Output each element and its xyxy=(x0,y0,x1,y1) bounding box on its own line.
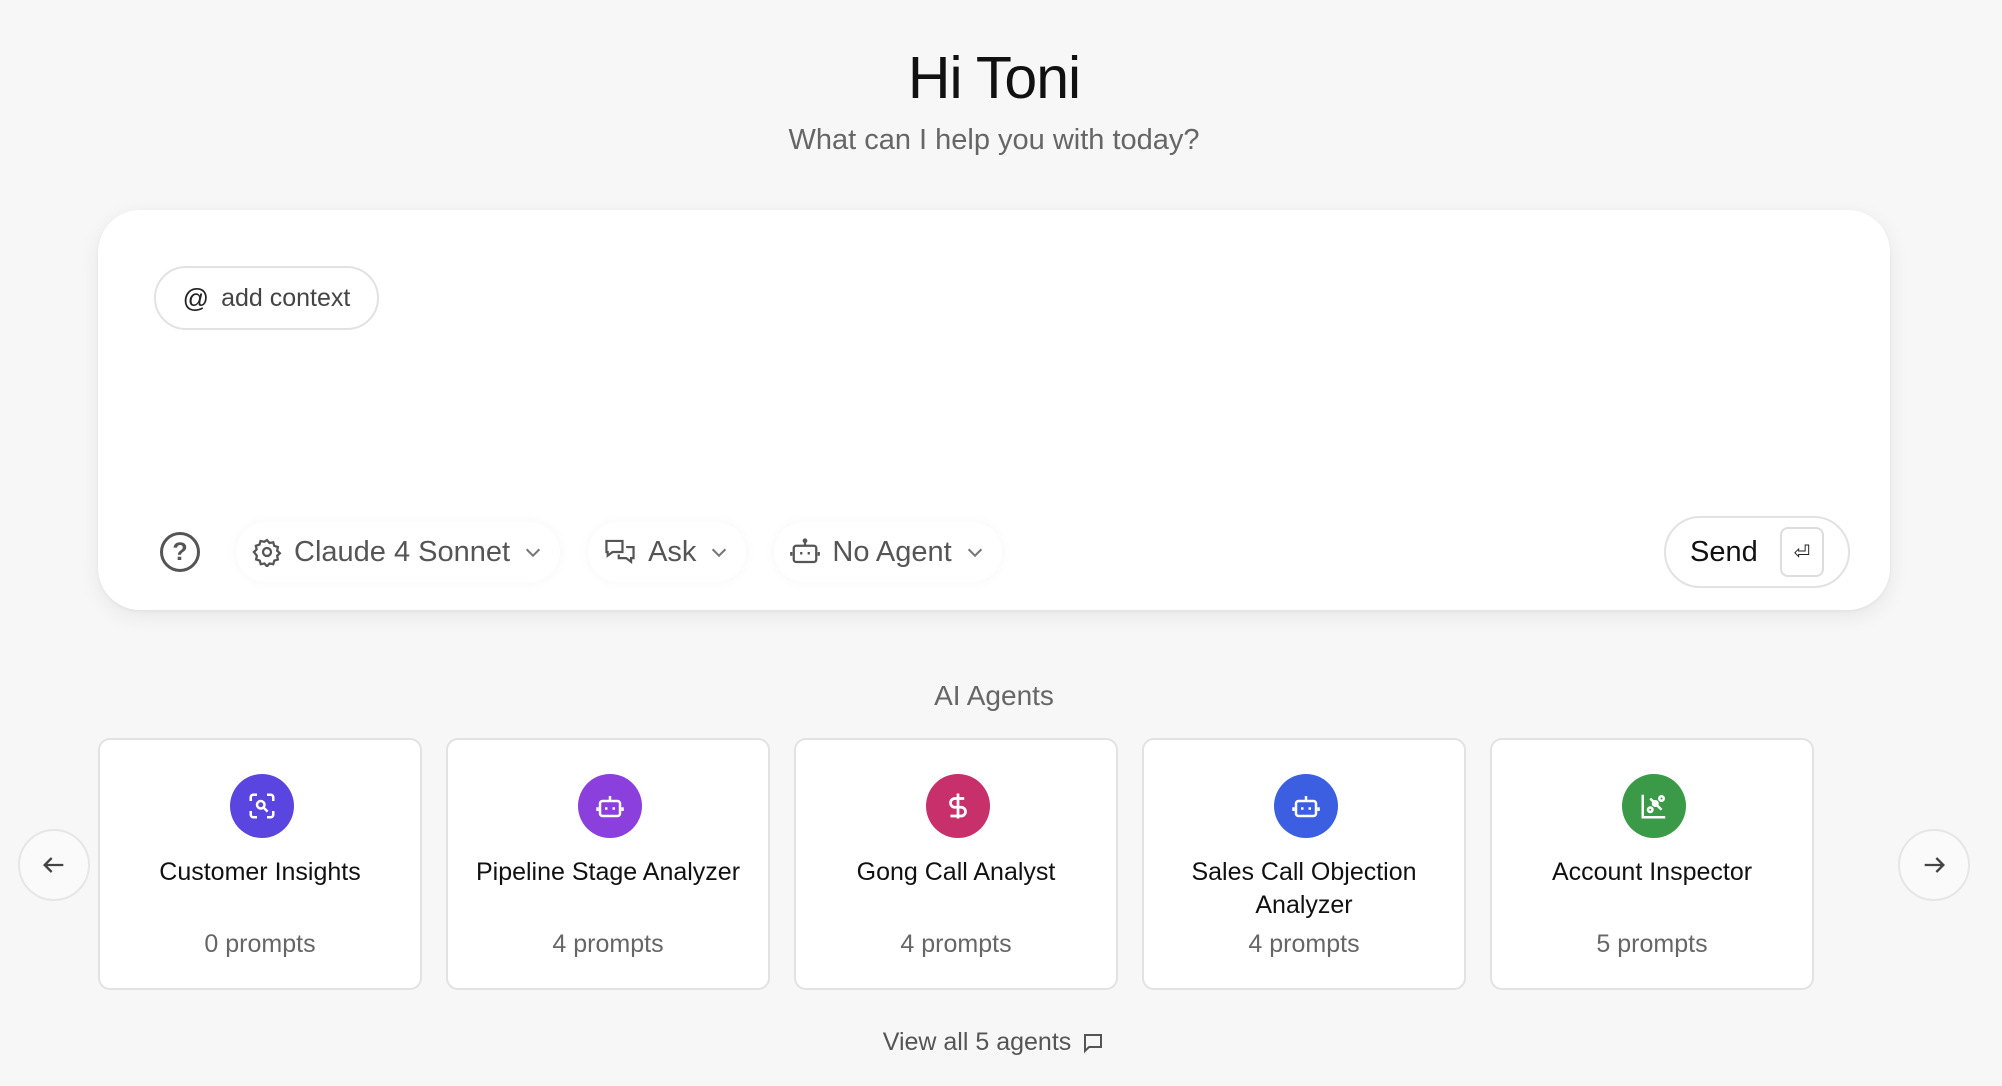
agent-name: Customer Insights xyxy=(159,858,361,886)
agent-card[interactable]: Account Inspector 5 prompts xyxy=(1490,738,1814,990)
agent-prompt-count: 4 prompts xyxy=(900,930,1012,958)
model-icon xyxy=(252,538,282,567)
agent-label: No Agent xyxy=(832,535,952,568)
agent-selector[interactable]: No Agent xyxy=(774,522,1002,582)
enter-key-icon: ⏎ xyxy=(1780,527,1824,577)
agent-prompt-count: 4 prompts xyxy=(552,930,664,958)
composer-toolbar: ? Claude 4 Sonnet Ask No Agent Send ⏎ xyxy=(154,516,1850,588)
chevron-down-icon xyxy=(967,548,982,558)
mode-selector[interactable]: Ask xyxy=(588,522,747,582)
help-icon[interactable]: ? xyxy=(160,532,200,572)
view-all-agents-link[interactable]: View all 5 agents xyxy=(0,1028,1988,1057)
add-context-label: add context xyxy=(221,283,351,312)
agent-card[interactable]: Customer Insights 0 prompts xyxy=(98,738,422,990)
agent-card[interactable]: Gong Call Analyst 4 prompts xyxy=(794,738,1118,990)
at-icon: @ xyxy=(182,282,210,313)
carousel-next-button[interactable] xyxy=(1898,829,1970,901)
greeting-title: Hi Toni xyxy=(907,45,1081,111)
agent-badge xyxy=(578,774,642,838)
robot-icon xyxy=(596,796,624,818)
agent-badge xyxy=(926,774,990,838)
model-selector[interactable]: Claude 4 Sonnet xyxy=(236,522,561,582)
add-context-button[interactable]: @ add context xyxy=(154,266,379,330)
agent-name: Pipeline Stage Analyzer xyxy=(475,858,741,886)
model-label: Claude 4 Sonnet xyxy=(294,535,511,568)
agent-prompt-count: 4 prompts xyxy=(1248,930,1360,958)
chat-bubbles-icon xyxy=(605,539,635,565)
chevron-down-icon xyxy=(525,548,541,558)
agent-prompt-count: 0 prompts xyxy=(204,930,316,958)
view-all-label: View all 5 agents xyxy=(882,1028,1072,1056)
chevron-down-icon xyxy=(712,548,727,558)
agent-name: Account Inspector xyxy=(1551,858,1753,886)
home-page: Hi Toni What can I help you with today? … xyxy=(0,0,2002,1086)
ai-agents-heading: AI Agents xyxy=(934,680,1054,711)
send-label: Send xyxy=(1690,535,1758,568)
agent-badge xyxy=(1274,774,1338,838)
greeting-subtitle: What can I help you with today? xyxy=(788,124,1200,156)
agent-card[interactable]: Pipeline Stage Analyzer 4 prompts xyxy=(446,738,770,990)
chat-composer[interactable]: @ add context ? Claude 4 Sonnet Ask No A… xyxy=(98,210,1890,610)
agent-badge xyxy=(1622,774,1686,838)
dollar-icon xyxy=(949,793,967,819)
mode-label: Ask xyxy=(648,535,697,568)
agent-badge xyxy=(230,774,294,838)
arrow-left-icon xyxy=(43,857,64,873)
agent-card[interactable]: Sales Call Objection Analyzer 4 prompts xyxy=(1142,738,1466,990)
robot-icon xyxy=(790,538,821,564)
arrow-right-icon xyxy=(1924,857,1945,873)
chart-icon xyxy=(1641,794,1666,819)
message-icon xyxy=(1084,1033,1103,1053)
agent-prompt-count: 5 prompts xyxy=(1596,930,1708,958)
robot-icon xyxy=(1292,796,1320,818)
send-button[interactable]: Send ⏎ xyxy=(1664,516,1850,588)
search-scan-icon xyxy=(249,793,275,819)
carousel-prev-button[interactable] xyxy=(18,829,90,901)
agent-name: Sales Call Objection Analyzer xyxy=(1191,858,1417,919)
agent-name: Gong Call Analyst xyxy=(856,858,1056,886)
